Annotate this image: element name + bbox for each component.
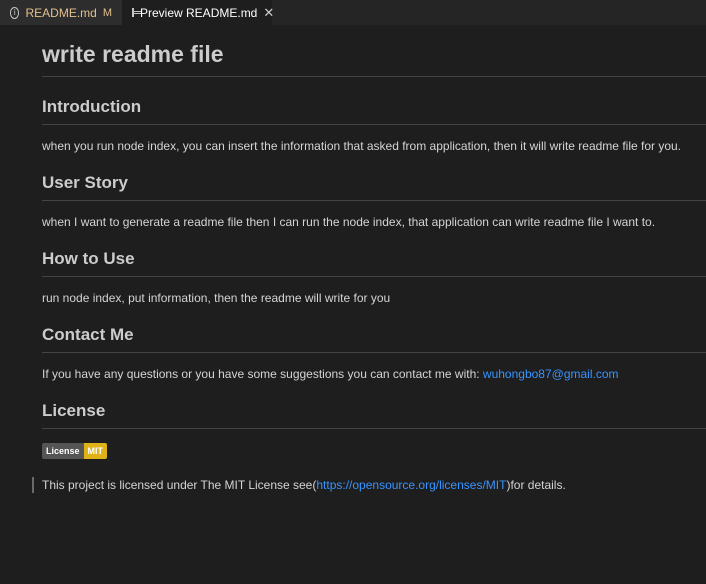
markdown-preview: write readme file Introduction when you …: [32, 25, 706, 493]
editor-tab-bar: i README.md M Preview README.md ✕: [0, 0, 706, 25]
paragraph-introduction: when you run node index, you can insert …: [42, 139, 682, 153]
paragraph-how-to-use: run node index, put information, then th…: [42, 291, 391, 305]
heading-introduction: Introduction: [42, 97, 706, 125]
tab-preview-readme[interactable]: Preview README.md ✕: [122, 0, 274, 25]
info-icon: i: [10, 6, 20, 19]
license-note-end: )for details.: [506, 478, 566, 492]
heading-license: License: [42, 401, 706, 429]
badge-label: License: [42, 443, 84, 459]
heading-user-story: User Story: [42, 173, 706, 201]
tab-readme[interactable]: i README.md M: [0, 0, 122, 25]
license-note-text: This project is licensed under The MIT L…: [42, 478, 317, 492]
license-link[interactable]: https://opensource.org/licenses/MIT: [316, 478, 506, 492]
heading-contact-me: Contact Me: [42, 325, 706, 353]
license-note: This project is licensed under The MIT L…: [32, 477, 706, 493]
paragraph-user-story: when I want to generate a readme file th…: [42, 215, 656, 229]
close-icon[interactable]: ✕: [263, 5, 274, 21]
license-badge: License MIT: [42, 443, 108, 459]
tab-label: README.md: [25, 5, 97, 20]
email-link[interactable]: wuhongbo87@gmail.com: [483, 367, 619, 381]
paragraph-contact-me: If you have any questions or you have so…: [42, 367, 706, 381]
page-title: write readme file: [42, 41, 706, 77]
contact-text: If you have any questions or you have so…: [42, 367, 483, 381]
badge-value: MIT: [83, 443, 108, 459]
preview-icon: [132, 8, 141, 17]
tab-label: Preview README.md: [140, 5, 258, 20]
modified-badge: M: [102, 6, 112, 19]
heading-how-to-use: How to Use: [42, 249, 706, 277]
